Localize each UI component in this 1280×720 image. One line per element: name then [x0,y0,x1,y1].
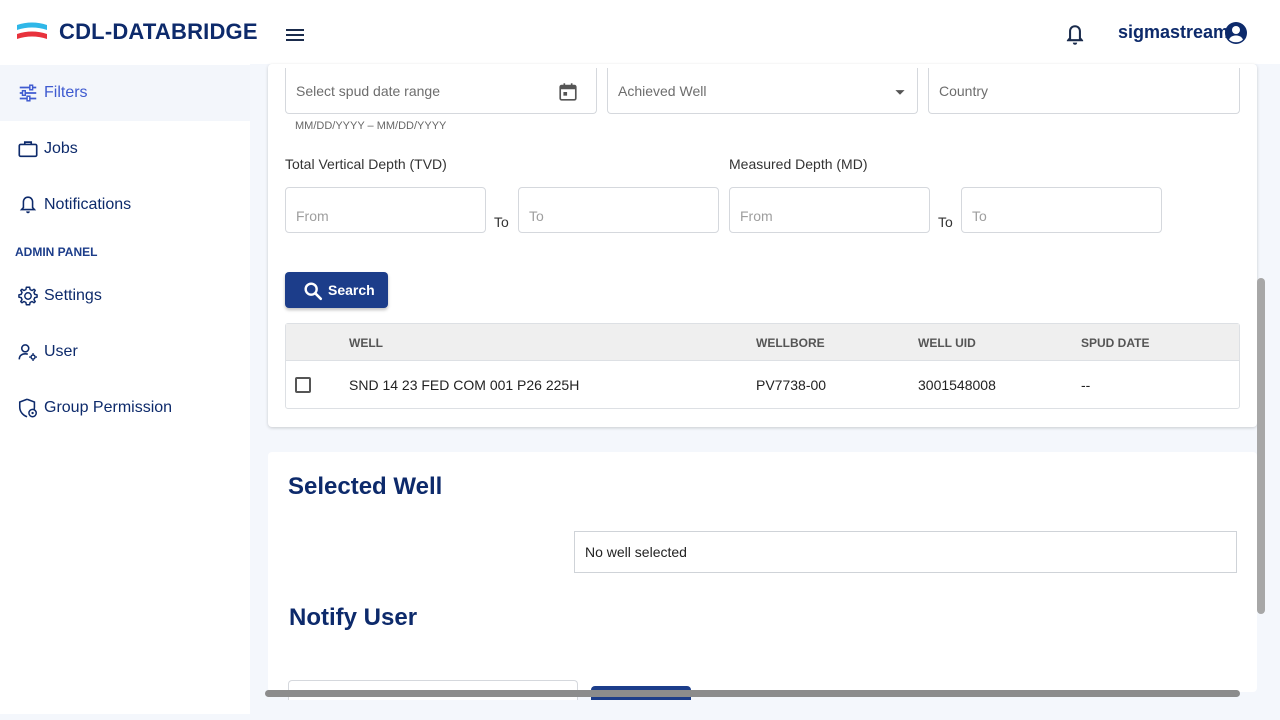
sidebar-item-label: User [44,343,78,360]
search-icon [304,282,323,301]
top-bar: CDL-DATABRIDGE sigmastream [0,0,1280,64]
sidebar-item-group-permission[interactable]: Group Permission [0,380,250,436]
sliders-icon [19,84,37,102]
bell-icon[interactable] [1062,22,1088,48]
spud-date-placeholder: Select spud date range [296,83,440,99]
search-button-label: Search [328,282,375,298]
sidebar-item-notifications[interactable]: Notifications [0,177,250,233]
cell-wellbore: PV7738-00 [756,377,827,393]
to-placeholder: To [972,208,987,224]
account-circle-icon[interactable] [1224,21,1248,45]
row-checkbox[interactable] [295,377,311,393]
wells-table: WELL WELLBORE WELL UID SPUD DATE SND 14 … [285,323,1240,409]
md-to-label: To [938,214,953,230]
md-to-input[interactable]: To [961,187,1162,233]
from-placeholder: From [296,208,329,224]
cell-well: SND 14 23 FED COM 001 P26 225H [349,377,580,393]
achieved-well-placeholder: Achieved Well [618,83,707,99]
bell-icon [19,196,37,214]
column-header-spud-date[interactable]: SPUD DATE [1081,336,1149,350]
search-button[interactable]: Search [285,272,388,308]
table-header: WELL WELLBORE WELL UID SPUD DATE [286,324,1239,361]
user-settings-icon [18,344,37,361]
to-placeholder: To [529,208,544,224]
briefcase-icon [18,141,38,158]
tvd-label: Total Vertical Depth (TVD) [285,156,447,172]
achieved-well-select[interactable]: Achieved Well [607,68,918,114]
sidebar-item-user[interactable]: User [0,324,250,380]
calendar-icon[interactable] [557,81,579,103]
sidebar-item-label: Notifications [44,196,132,213]
from-placeholder: From [740,208,773,224]
spud-date-range-field[interactable]: Select spud date range [285,68,597,114]
column-header-well[interactable]: WELL [349,336,383,350]
shield-settings-icon [18,398,37,418]
tvd-from-input[interactable]: From [285,187,486,233]
md-from-input[interactable]: From [729,187,930,233]
sidebar-item-filters[interactable]: Filters [0,65,250,121]
cell-well-uid: 3001548008 [918,377,996,393]
sidebar-item-label: Group Permission [44,399,173,416]
tvd-to-input[interactable]: To [518,187,719,233]
selected-well-box: No well selected [574,531,1237,573]
notify-user-title: Notify User [289,604,418,631]
app-brand: CDL-DATABRIDGE [59,19,258,44]
selected-well-title: Selected Well [288,473,443,500]
vertical-scrollbar[interactable] [1257,278,1265,614]
hamburger-menu-icon[interactable] [283,24,307,46]
cell-spud-date: -- [1081,377,1091,393]
logo-icon [17,22,47,39]
gear-icon [18,286,38,306]
selected-well-empty-text: No well selected [585,544,687,560]
horizontal-scrollbar[interactable] [265,690,1240,697]
column-header-wellbore[interactable]: WELLBORE [756,336,825,350]
tvd-to-label: To [494,214,509,230]
spud-date-hint: MM/DD/YYYY – MM/DD/YYYY [295,120,447,132]
dropdown-arrow-icon [895,90,905,95]
sidebar-item-label: Jobs [44,140,78,157]
sidebar: Filters Jobs Notifications ADMIN PANEL S… [0,64,250,714]
country-placeholder: Country [939,83,989,99]
username-label[interactable]: sigmastream [1118,22,1229,43]
md-label: Measured Depth (MD) [729,156,868,172]
column-header-well-uid[interactable]: WELL UID [918,336,976,350]
admin-panel-heading: ADMIN PANEL [15,245,98,259]
sidebar-item-settings[interactable]: Settings [0,268,250,324]
sidebar-item-label: Filters [44,84,88,101]
sidebar-item-jobs[interactable]: Jobs [0,121,250,177]
country-field[interactable]: Country [928,68,1240,114]
sidebar-item-label: Settings [44,287,102,304]
